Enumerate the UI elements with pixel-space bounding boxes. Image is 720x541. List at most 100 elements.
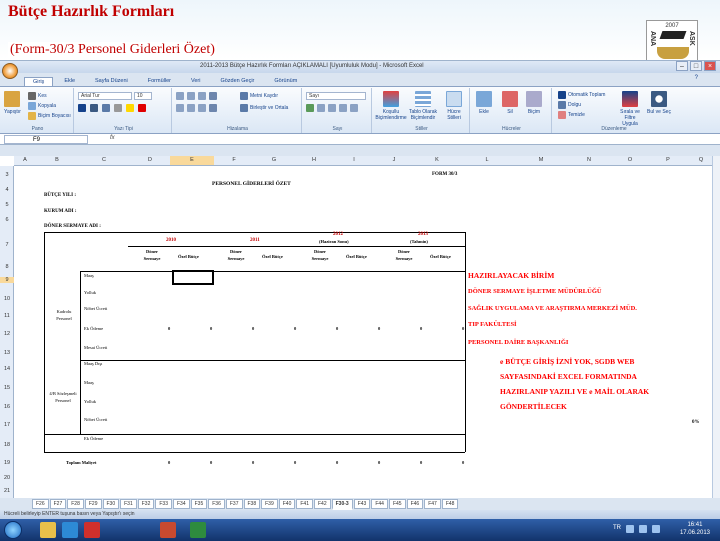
browser-icon[interactable] <box>62 522 78 538</box>
column-header-n[interactable]: N <box>568 157 610 163</box>
italic-icon[interactable] <box>90 104 98 112</box>
row-header-7[interactable]: 7 <box>0 242 14 248</box>
row-header-12[interactable]: 12 <box>0 331 14 337</box>
column-header-d[interactable]: D <box>130 157 170 163</box>
sheet-tab-f29[interactable]: F29 <box>84 499 102 509</box>
row-header-18[interactable]: 18 <box>0 442 14 448</box>
border-icon[interactable] <box>114 104 122 112</box>
bold-icon[interactable] <box>78 104 86 112</box>
format-painter-button[interactable]: Biçim Boyacısı <box>28 112 71 120</box>
sheet-tab-f38[interactable]: F38 <box>243 499 261 509</box>
sheet-tab-f26[interactable]: F26 <box>32 499 49 509</box>
row-header-6[interactable]: 6 <box>0 217 14 223</box>
vertical-scrollbar[interactable] <box>712 156 720 498</box>
tab-formulas[interactable]: Formüller <box>139 76 180 86</box>
autosum-button[interactable]: Otomatik Toplam <box>558 91 605 99</box>
row-header-11[interactable]: 11 <box>0 313 14 319</box>
column-header-m[interactable]: M <box>514 157 568 163</box>
tab-page-layout[interactable]: Sayfa Düzeni <box>86 76 137 86</box>
row-header-19[interactable]: 19 <box>0 460 14 466</box>
sheet-tab-f33[interactable]: F33 <box>155 499 172 509</box>
row-header-3[interactable]: 3 <box>0 172 14 178</box>
column-header-c[interactable]: C <box>78 157 130 163</box>
office-button[interactable] <box>2 63 18 79</box>
active-cell[interactable] <box>172 270 214 285</box>
column-header-b[interactable]: B <box>36 157 78 163</box>
maximize-icon[interactable]: □ <box>690 61 702 71</box>
tab-view[interactable]: Görünüm <box>265 76 306 86</box>
format-as-table-button[interactable]: Tablo Olarak Biçimlendir <box>408 91 438 121</box>
row-header-13[interactable]: 13 <box>0 350 14 356</box>
indent-icon[interactable] <box>209 104 217 112</box>
network-icon[interactable] <box>626 525 634 533</box>
sheet-tab-f48[interactable]: F48 <box>441 499 459 509</box>
row-header-8[interactable]: 8 <box>0 264 14 270</box>
sheet-tab-f46[interactable]: F46 <box>406 499 424 509</box>
decrease-decimal-icon[interactable] <box>350 104 358 112</box>
explorer-icon[interactable] <box>40 522 56 538</box>
sheet-tab-f30-3[interactable]: F30-3 <box>331 498 353 510</box>
sheet-tab-f43[interactable]: F43 <box>353 499 371 509</box>
sheet-tab-f47[interactable]: F47 <box>424 499 441 509</box>
cell-styles-button[interactable]: Hücre Stilleri <box>440 91 468 121</box>
percent-icon[interactable] <box>317 104 325 112</box>
paste-button[interactable]: Yapıştır <box>4 91 21 115</box>
row-header-15[interactable]: 15 <box>0 385 14 391</box>
start-button[interactable] <box>4 521 22 539</box>
sheet-tab-f45[interactable]: F45 <box>388 499 406 509</box>
column-header-i[interactable]: I <box>334 157 374 163</box>
sheet-tab-f34[interactable]: F34 <box>173 499 190 509</box>
battery-icon[interactable] <box>652 525 660 533</box>
powerpoint-icon[interactable] <box>160 522 176 538</box>
sheet-tab-f27[interactable]: F27 <box>49 499 67 509</box>
delete-cells-button[interactable]: Sil <box>502 91 518 115</box>
media-icon[interactable] <box>84 522 100 538</box>
align-right-icon[interactable] <box>198 104 206 112</box>
sort-filter-button[interactable]: Sırala ve Filtre Uygula <box>616 91 644 127</box>
sheet-tab-f37[interactable]: F37 <box>225 499 243 509</box>
clear-button[interactable]: Temizle <box>558 111 585 119</box>
column-header-p[interactable]: P <box>650 157 686 163</box>
conditional-formatting-button[interactable]: Koşullu Biçimlendirme <box>375 91 407 121</box>
row-header-14[interactable]: 14 <box>0 366 14 372</box>
row-header-10[interactable]: 10 <box>0 296 14 302</box>
row-header-9[interactable]: 9 <box>0 277 14 283</box>
clock[interactable]: 16:41 17.06.2013 <box>680 521 710 537</box>
row-header-16[interactable]: 16 <box>0 404 14 410</box>
sheet-tab-f30[interactable]: F30 <box>102 499 120 509</box>
align-left-icon[interactable] <box>176 104 184 112</box>
comma-icon[interactable] <box>328 104 336 112</box>
sheet-tab-f28[interactable]: F28 <box>67 499 84 509</box>
tab-review[interactable]: Gözden Geçir <box>211 76 263 86</box>
format-cells-button[interactable]: Biçim <box>526 91 542 115</box>
cut-button[interactable]: Kes <box>28 92 47 100</box>
tab-home[interactable]: Giriş <box>24 77 54 86</box>
name-box[interactable]: F9 <box>4 135 88 144</box>
orientation-icon[interactable] <box>209 92 217 100</box>
sheet-tab-f35[interactable]: F35 <box>190 499 208 509</box>
column-header-h[interactable]: H <box>294 157 334 163</box>
minimize-icon[interactable]: – <box>676 61 688 71</box>
column-header-k[interactable]: K <box>414 157 460 163</box>
wrap-text-button[interactable]: Metni Kaydır <box>240 92 278 100</box>
row-header-21[interactable]: 21 <box>0 488 14 494</box>
sheet-tab-f41[interactable]: F41 <box>296 499 313 509</box>
close-icon[interactable]: × <box>704 61 716 71</box>
row-header-4[interactable]: 4 <box>0 187 14 193</box>
volume-icon[interactable] <box>639 525 647 533</box>
row-header-5[interactable]: 5 <box>0 202 14 208</box>
excel-icon[interactable] <box>190 522 206 538</box>
copy-button[interactable]: Kopyala <box>28 102 56 110</box>
sheet-tab-f39[interactable]: F39 <box>261 499 278 509</box>
align-center-icon[interactable] <box>187 104 195 112</box>
currency-icon[interactable] <box>306 104 314 112</box>
column-header-g[interactable]: G <box>254 157 294 163</box>
column-header-j[interactable]: J <box>374 157 414 163</box>
language-indicator[interactable]: TR <box>613 525 621 533</box>
column-header-a[interactable]: A <box>14 157 36 163</box>
row-header-17[interactable]: 17 <box>0 422 14 428</box>
help-icon[interactable]: ? <box>695 75 698 81</box>
align-middle-icon[interactable] <box>187 92 195 100</box>
font-color-icon[interactable] <box>138 104 146 112</box>
tab-data[interactable]: Veri <box>182 76 209 86</box>
